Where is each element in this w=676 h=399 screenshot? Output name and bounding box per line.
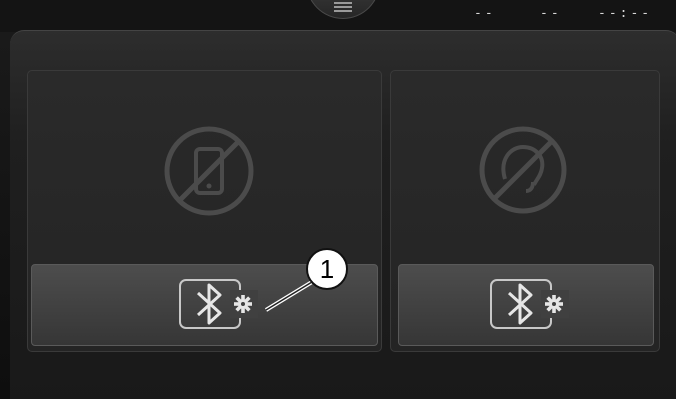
screen: -- -- --:-- 1 <box>0 0 676 399</box>
callout-number: 1 <box>306 248 348 290</box>
callout-leader-line <box>264 280 314 312</box>
